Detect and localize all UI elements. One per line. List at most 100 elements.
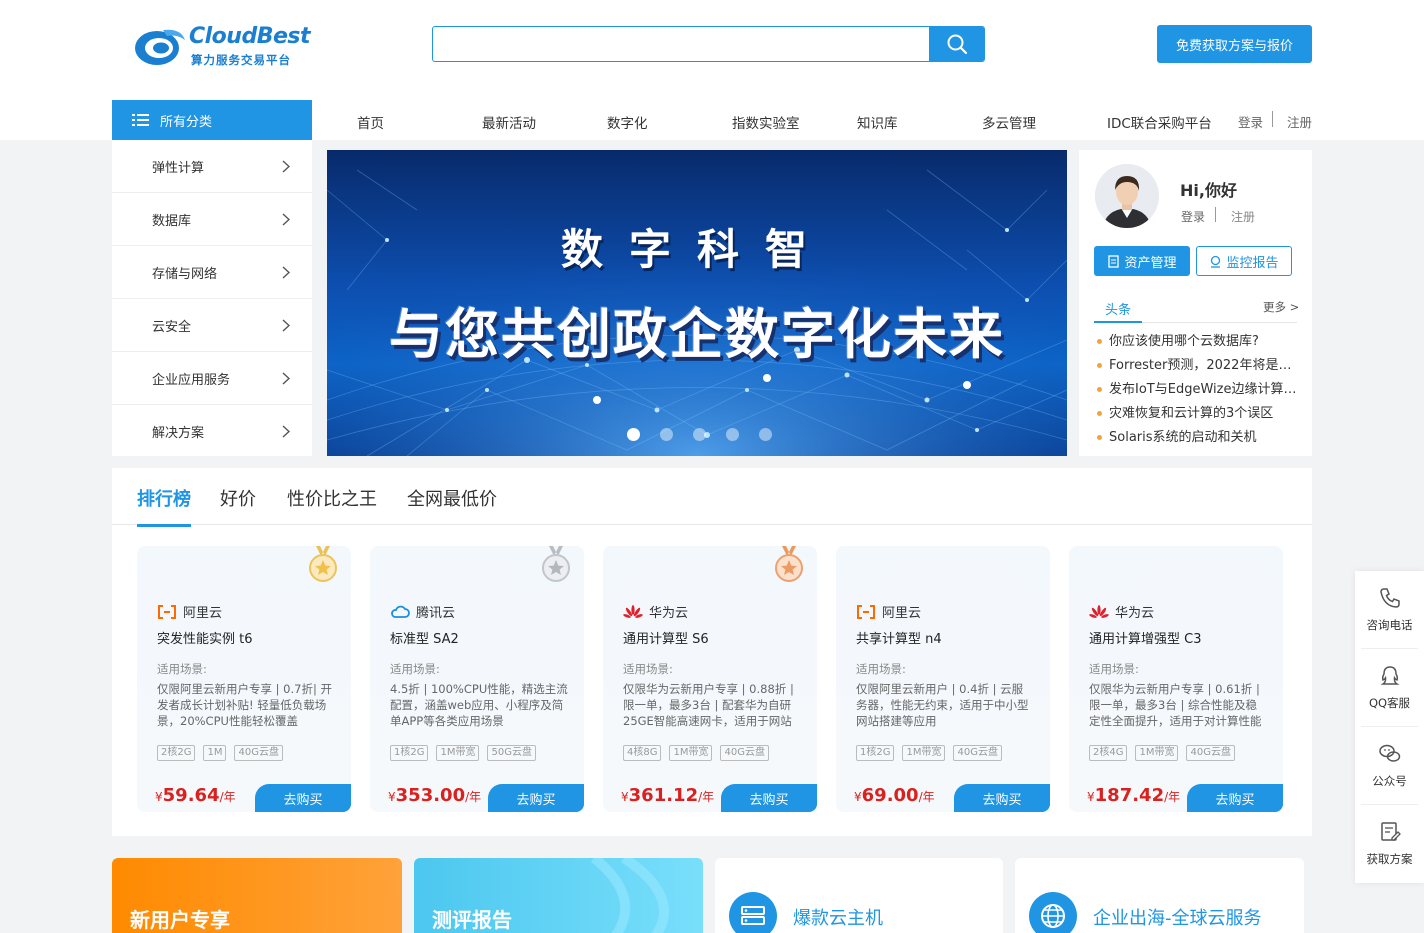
huawei-cloud-icon — [1089, 604, 1109, 618]
buy-button[interactable]: 去购买 — [488, 784, 584, 812]
all-categories-button[interactable]: 所有分类 — [112, 100, 312, 140]
user-register-link[interactable]: 注册 — [1231, 208, 1255, 225]
chevron-right-icon — [282, 318, 290, 332]
contact-qq-button[interactable]: QQ客服 — [1361, 649, 1418, 727]
tab-good-price[interactable]: 好价 — [220, 485, 256, 511]
tab-ranking[interactable]: 排行榜 — [137, 485, 191, 527]
buy-button[interactable]: 去购买 — [1187, 784, 1283, 812]
promo-review-report[interactable]: 测评报告 — [414, 858, 703, 933]
product-name: 突发性能实例 t6 — [157, 632, 253, 647]
monitor-report-label: 监控报告 — [1226, 255, 1279, 271]
float-label: QQ客服 — [1368, 695, 1411, 710]
buy-button[interactable]: 去购买 — [954, 784, 1050, 812]
nav-login-link[interactable]: 登录 — [1238, 112, 1263, 131]
promo-new-user[interactable]: 新用户专享 — [112, 858, 402, 933]
promo-global-cloud[interactable]: 企业出海-全球云服务 — [1015, 858, 1304, 933]
vendor: 腾讯云 — [390, 602, 455, 621]
vendor-name: 腾讯云 — [416, 606, 456, 621]
carousel-dot[interactable] — [660, 428, 673, 441]
spec-tag: 1M — [203, 745, 227, 761]
user-panel: Hi,你好 登录 注册 资产管理 监控报告 头条 更多 > 你应该使用哪个云数据… — [1079, 150, 1312, 456]
asset-management-label: 资产管理 — [1124, 255, 1177, 271]
spec-tags: 1核2G 1M带宽 50G云盘 — [390, 745, 536, 761]
nav-multicloud[interactable]: 多云管理 — [982, 112, 1036, 132]
contact-phone-button[interactable]: 咨询电话 — [1361, 571, 1418, 649]
spec-tag: 1核2G — [856, 745, 895, 761]
news-item[interactable]: Forrester预测，2022年将是云计算技术提升的一年 — [1097, 354, 1297, 378]
nav-latest-events[interactable]: 最新活动 — [482, 112, 536, 132]
carousel-dot[interactable] — [726, 428, 739, 441]
brand-name: CloudBest — [189, 24, 311, 49]
sidebar-item-solutions[interactable]: 解决方案 — [112, 405, 312, 458]
buy-button[interactable]: 去购买 — [255, 784, 351, 812]
nav-knowledge-base[interactable]: 知识库 — [857, 112, 898, 132]
news-item[interactable]: Solaris系统的启动和关机 — [1097, 426, 1297, 450]
free-quote-button[interactable]: 免费获取方案与报价 — [1157, 25, 1312, 63]
qq-icon — [1380, 665, 1399, 685]
nav-register-link[interactable]: 注册 — [1287, 112, 1312, 131]
carousel-dot[interactable] — [759, 428, 772, 441]
product-card[interactable]: 腾讯云 标准型 SA2 适用场景: 4.5折 | 100%CPU性能，精选主流配… — [370, 546, 584, 812]
promo-title: 爆款云主机 — [793, 908, 883, 929]
float-label: 获取方案 — [1366, 852, 1413, 866]
carousel-dot[interactable] — [627, 428, 640, 441]
sidebar-item-elastic-compute[interactable]: 弹性计算 — [112, 140, 312, 193]
scene-label: 适用场景: — [623, 662, 673, 676]
all-categories-label: 所有分类 — [160, 114, 213, 130]
user-divider — [1215, 207, 1216, 222]
spec-tag: 2核4G — [1089, 745, 1128, 761]
news-item[interactable]: 你应该使用哪个云数据库? — [1097, 330, 1297, 354]
news-item[interactable]: 发布IoT与EdgeWize边缘计算平台 — [1097, 378, 1297, 402]
nav-index-lab[interactable]: 指数实验室 — [732, 112, 800, 132]
nav-idc-procurement[interactable]: IDC联合采购平台 — [1107, 112, 1212, 132]
promo-title: 新用户专享 — [130, 908, 230, 932]
brand-logo[interactable]: CloudBest 算力服务交易平台 — [133, 24, 311, 70]
tab-headlines[interactable]: 头条 — [1105, 299, 1131, 318]
search-box — [432, 26, 985, 62]
product-card[interactable]: 阿里云 共享计算型 n4 适用场景: 仅限阿里云新用户 | 0.4折 | 云服务… — [836, 546, 1050, 812]
tab-best-value[interactable]: 性价比之王 — [287, 485, 377, 511]
product-card[interactable]: 阿里云 突发性能实例 t6 适用场景: 仅限阿里云新用户专享 | 0.7折| 开… — [137, 546, 351, 812]
spec-tag: 40G云盘 — [720, 745, 769, 761]
product-card[interactable]: 华为云 通用计算型 S6 适用场景: 仅限华为云新用户专享 | 0.88折 | … — [603, 546, 817, 812]
promo-hot-server[interactable]: 爆款云主机 — [715, 858, 1003, 933]
tab-lowest-price[interactable]: 全网最低价 — [407, 485, 497, 511]
product-card[interactable]: 华为云 通用计算增强型 C3 适用场景: 仅限华为云新用户专享 | 0.61折 … — [1069, 546, 1283, 812]
user-avatar-icon — [1095, 164, 1159, 228]
asset-management-button[interactable]: 资产管理 — [1094, 246, 1190, 276]
chevron-right-icon — [282, 265, 290, 279]
search-icon — [947, 34, 967, 55]
product-description: 仅限华为云新用户专享 | 0.88折 | 限一单，最多3台 | 配套华为自研25… — [623, 682, 794, 728]
form-icon — [1380, 822, 1401, 841]
silver-medal-icon — [542, 546, 570, 582]
vendor-name: 华为云 — [1115, 606, 1155, 621]
user-login-link[interactable]: 登录 — [1181, 208, 1205, 225]
sidebar-item-database[interactable]: 数据库 — [112, 193, 312, 246]
nav-digitalization[interactable]: 数字化 — [607, 112, 648, 132]
wechat-official-button[interactable]: 公众号 — [1361, 727, 1418, 805]
floating-contact-bar: 咨询电话 QQ客服 公众号 获取方案 — [1355, 571, 1424, 883]
news-more-link[interactable]: 更多 > — [1263, 299, 1299, 315]
monitor-report-button[interactable]: 监控报告 — [1196, 246, 1292, 276]
nav-home[interactable]: 首页 — [357, 112, 384, 132]
search-input[interactable] — [433, 27, 929, 61]
sidebar-item-enterprise-apps[interactable]: 企业应用服务 — [112, 352, 312, 405]
price: ¥361.12/年 — [621, 785, 715, 806]
float-label: 公众号 — [1372, 773, 1407, 788]
news-item[interactable]: 灾难恢复和云计算的3个误区 — [1097, 402, 1297, 426]
product-name: 通用计算型 S6 — [623, 632, 709, 647]
buy-button[interactable]: 去购买 — [721, 784, 817, 812]
spec-tags: 4核8G 1M带宽 40G云盘 — [623, 745, 769, 761]
search-button[interactable] — [929, 27, 984, 61]
hero-banner[interactable]: 数字科智 与您共创政企数字化未来 — [327, 150, 1067, 456]
vendor-name: 阿里云 — [183, 606, 223, 621]
vendor-name: 华为云 — [649, 606, 689, 621]
product-description: 仅限华为云新用户专享 | 0.61折 | 限一单，最多3台 | 综合性能及稳定性… — [1089, 682, 1262, 728]
vendor: 阿里云 — [856, 602, 921, 621]
carousel-dot[interactable] — [693, 428, 706, 441]
sidebar-item-cloud-security[interactable]: 云安全 — [112, 299, 312, 352]
chevron-right-icon — [282, 212, 290, 226]
sidebar-item-storage-network[interactable]: 存储与网络 — [112, 246, 312, 299]
gold-medal-icon — [309, 546, 337, 582]
get-solution-button[interactable]: 获取方案 — [1361, 805, 1418, 883]
